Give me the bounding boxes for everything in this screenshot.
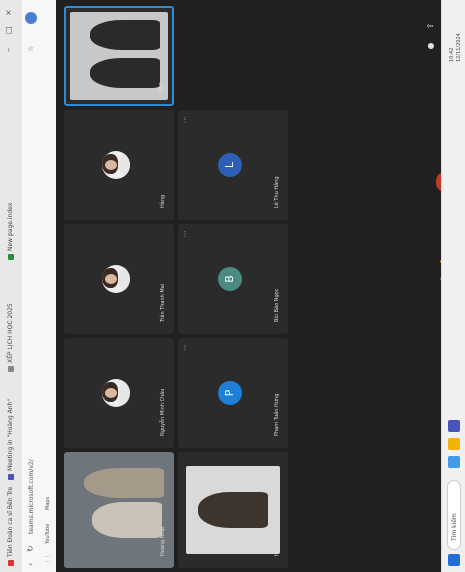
participant-photo bbox=[102, 265, 130, 293]
edge-icon[interactable] bbox=[448, 456, 460, 468]
maximize-icon[interactable]: □ bbox=[4, 26, 13, 34]
participant-name: Hoàng Nhật bbox=[160, 526, 166, 556]
participant-name: Hằng bbox=[160, 194, 166, 208]
participant-avatar: B bbox=[218, 267, 242, 291]
self-view-tile[interactable]: Bạn bbox=[64, 6, 174, 106]
participant-avatar: L bbox=[218, 153, 242, 177]
meeting-stage: Hoàng Nhật Hoàng Anh P Phạm Tuấn Hưng ⋯ … bbox=[56, 0, 454, 572]
person-figure bbox=[90, 58, 160, 88]
browser-tab[interactable]: Tiên Đoàn ca sĩ Bến Tre bbox=[5, 486, 17, 566]
tab-label: New page.index bbox=[7, 202, 14, 251]
tab-label: XẾP LỊCH HỌC 2025 bbox=[7, 303, 14, 363]
browser-tab[interactable]: New page.index bbox=[5, 180, 17, 260]
minimize-icon[interactable]: – bbox=[4, 48, 13, 52]
tab-favicon-icon bbox=[7, 366, 14, 372]
url-field[interactable]: teams.microsoft.com/v2/ bbox=[27, 334, 37, 534]
participant-photo bbox=[102, 151, 130, 179]
tab-label: Tiên Đoàn ca sĩ Bến Tre bbox=[7, 486, 14, 557]
close-icon[interactable]: × bbox=[4, 9, 13, 16]
participant-tile[interactable]: B Bùi Bảo Ngọc ⋯ bbox=[178, 224, 288, 334]
participant-name: Hoàng Anh bbox=[274, 528, 280, 556]
profile-avatar[interactable] bbox=[25, 12, 37, 24]
more-options-icon[interactable]: ⋯ bbox=[181, 116, 189, 123]
participant-avatar: P bbox=[218, 381, 242, 405]
person-figure bbox=[92, 502, 162, 538]
participant-name: Lê Thu Hằng bbox=[274, 176, 280, 208]
participant-tile[interactable]: Hoàng Nhật bbox=[64, 452, 174, 568]
screen: Tiên Đoàn ca sĩ Bến Tre Meeting in "Hoàn… bbox=[0, 0, 465, 572]
mic-icon[interactable]: ● bbox=[426, 40, 438, 52]
tab-label: Meeting in "Hoàng Anh" bbox=[7, 398, 14, 471]
share-icon[interactable]: ⇪ bbox=[426, 20, 438, 32]
participant-photo bbox=[102, 379, 130, 407]
participant-name: Phạm Tuấn Hưng bbox=[274, 393, 280, 436]
participant-tile[interactable]: Trần Thanh Mai bbox=[64, 224, 174, 334]
participant-tile[interactable]: P Phạm Tuấn Hưng ⋯ bbox=[178, 338, 288, 448]
teams-icon[interactable] bbox=[448, 420, 460, 432]
clock-date: 12/11/2024 bbox=[456, 33, 462, 62]
participant-name: Trần Thanh Mai bbox=[160, 283, 166, 322]
clock-time: 10:42 bbox=[449, 47, 455, 62]
tab-favicon-icon bbox=[7, 254, 14, 260]
teams-favicon-icon bbox=[7, 474, 14, 480]
apps-icon[interactable]: ⋮⋮ bbox=[45, 554, 51, 564]
bookmark-youtube[interactable]: YouTube bbox=[45, 524, 51, 544]
browser-tab-bar: Tiên Đoàn ca sĩ Bến Tre Meeting in "Hoàn… bbox=[0, 0, 22, 572]
star-icon[interactable]: ☆ bbox=[27, 46, 35, 52]
rotated-screen: Tiên Đoàn ca sĩ Bến Tre Meeting in "Hoàn… bbox=[0, 0, 465, 572]
tab-favicon-icon bbox=[7, 560, 14, 566]
participant-name: Bạn bbox=[158, 82, 164, 92]
participant-tile[interactable]: Nguyễn Minh Châu bbox=[64, 338, 174, 448]
participant-tile[interactable]: Hằng bbox=[64, 110, 174, 220]
more-options-icon[interactable]: ⋯ bbox=[181, 344, 189, 351]
file-explorer-icon[interactable] bbox=[448, 438, 460, 450]
person-figure bbox=[198, 492, 268, 528]
browser-tab-active[interactable]: Meeting in "Hoàng Anh" bbox=[5, 380, 17, 480]
back-icon[interactable]: ‹ bbox=[26, 563, 35, 566]
bookmarks-bar: ⋮⋮ YouTube Maps bbox=[42, 0, 57, 572]
start-icon[interactable] bbox=[448, 554, 460, 566]
bookmark-maps[interactable]: Maps bbox=[45, 497, 51, 510]
participant-name: Bùi Bảo Ngọc bbox=[274, 288, 280, 322]
person-figure bbox=[84, 468, 164, 498]
participant-tile[interactable]: Hoàng Anh bbox=[178, 452, 288, 568]
taskbar-search[interactable]: Tìm kiếm bbox=[447, 480, 461, 550]
person-figure bbox=[90, 20, 160, 50]
taskbar: Tìm kiếm 10:42 12/11/2024 bbox=[441, 0, 465, 572]
participant-tile[interactable]: L Lê Thu Hằng ⋯ bbox=[178, 110, 288, 220]
more-options-icon[interactable]: ⋯ bbox=[181, 230, 189, 237]
address-bar: ‹ ↻ teams.microsoft.com/v2/ ☆ bbox=[22, 0, 42, 572]
browser-tab[interactable]: XẾP LỊCH HỌC 2025 bbox=[5, 267, 17, 372]
participant-name: Nguyễn Minh Châu bbox=[160, 388, 166, 436]
reload-icon[interactable]: ↻ bbox=[26, 545, 35, 552]
